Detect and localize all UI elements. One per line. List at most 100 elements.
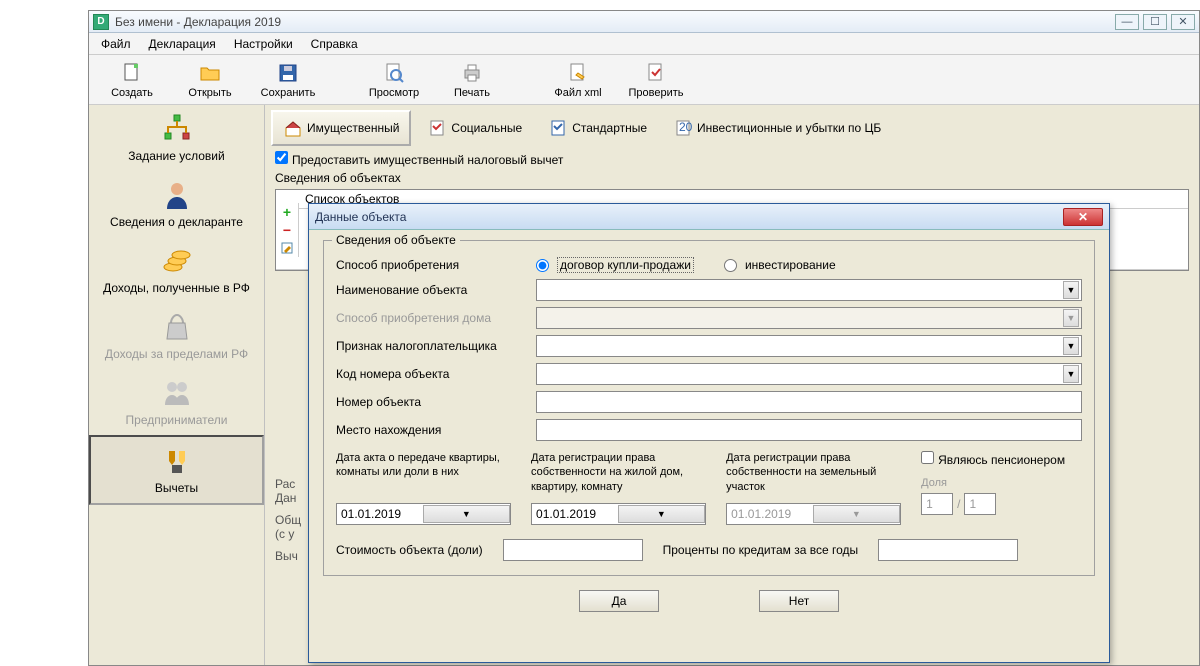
toolbar-preview[interactable]: Просмотр (359, 57, 429, 103)
yes-button[interactable]: Да (579, 590, 659, 612)
dropdown-arrow-icon: ▼ (1063, 281, 1079, 299)
cost-label: Стоимость объекта (доли) (336, 543, 483, 557)
object-data-dialog: Данные объекта ✕ Сведения об объекте Спо… (308, 203, 1110, 663)
obj-code-label: Код номера объекта (336, 367, 526, 381)
date1-input[interactable]: 01.01.2019▼ (336, 503, 511, 525)
object-info-fieldset: Сведения об объекте Способ приобретения … (323, 240, 1095, 576)
coins-icon (161, 245, 193, 277)
print-icon (460, 61, 484, 85)
edit-object-button[interactable] (276, 239, 298, 257)
menubar: Файл Декларация Настройки Справка (89, 33, 1199, 55)
toolbar: Создать Открыть Сохранить Просмотр Печат… (89, 55, 1199, 105)
acq-method-label: Способ приобретения (336, 258, 526, 272)
house-method-combo: ▼ (536, 307, 1082, 329)
menu-help[interactable]: Справка (303, 35, 366, 53)
svg-text:20..: 20.. (679, 120, 693, 134)
menu-file[interactable]: Файл (93, 35, 139, 53)
location-input[interactable] (536, 419, 1082, 441)
open-folder-icon (198, 61, 222, 85)
tab-property[interactable]: Имущественный (271, 110, 411, 146)
dialog-close-button[interactable]: ✕ (1063, 208, 1103, 226)
house-icon (283, 118, 303, 138)
people-icon (161, 377, 193, 409)
obj-number-label: Номер объекта (336, 395, 526, 409)
dialog-titlebar: Данные объекта ✕ (309, 204, 1109, 230)
date3-label: Дата регистрации права собственности на … (726, 451, 901, 499)
standard-icon (548, 118, 568, 138)
interest-label: Проценты по кредитам за все годы (663, 543, 859, 557)
xml-file-icon (566, 61, 590, 85)
person-icon (161, 179, 193, 211)
obj-name-combo[interactable]: ▼ (536, 279, 1082, 301)
maximize-button[interactable]: ☐ (1143, 14, 1167, 30)
social-icon (427, 118, 447, 138)
obj-number-input[interactable] (536, 391, 1082, 413)
objects-section-label: Сведения об объектах (267, 169, 1197, 187)
date2-label: Дата регистрации права собственности на … (531, 451, 706, 499)
window-controls: — ☐ ✕ (1115, 14, 1195, 30)
sidebar-income-rf[interactable]: Доходы, полученные в РФ (89, 237, 264, 303)
deductions-icon (161, 445, 193, 477)
dropdown-arrow-icon: ▼ (1063, 309, 1079, 327)
sidebar-deductions[interactable]: Вычеты (89, 435, 264, 505)
dropdown-arrow-icon: ▼ (423, 505, 511, 523)
interest-input[interactable] (878, 539, 1018, 561)
provide-deduction-row: Предоставить имущественный налоговый выч… (267, 149, 1197, 169)
titlebar: D Без имени - Декларация 2019 — ☐ ✕ (89, 11, 1199, 33)
tab-social[interactable]: Социальные (417, 112, 532, 144)
add-object-button[interactable]: + (276, 203, 298, 221)
save-icon (276, 61, 300, 85)
taxpayer-sign-combo[interactable]: ▼ (536, 335, 1082, 357)
edit-icon (280, 241, 294, 255)
share-label: Доля (921, 477, 1082, 489)
menu-settings[interactable]: Настройки (226, 35, 301, 53)
window-title: Без имени - Декларация 2019 (115, 15, 1115, 29)
sidebar-declarant[interactable]: Сведения о декларанте (89, 171, 264, 237)
dropdown-arrow-icon: ▼ (618, 505, 706, 523)
app-icon: D (93, 14, 109, 30)
no-button[interactable]: Нет (759, 590, 839, 612)
sidebar-conditions[interactable]: Задание условий (89, 105, 264, 171)
taxpayer-sign-label: Признак налогоплательщика (336, 339, 526, 353)
toolbar-create[interactable]: Создать (97, 57, 167, 103)
dropdown-arrow-icon: ▼ (1063, 337, 1079, 355)
date1-label: Дата акта о передаче квартиры, комнаты и… (336, 451, 511, 499)
dropdown-arrow-icon: ▼ (813, 505, 901, 523)
sidebar: Задание условий Сведения о декларанте До… (89, 105, 265, 665)
toolbar-open[interactable]: Открыть (175, 57, 245, 103)
invest-icon: 20.. (673, 118, 693, 138)
fieldset-legend: Сведения об объекте (332, 233, 460, 247)
dropdown-arrow-icon: ▼ (1063, 365, 1079, 383)
tab-invest[interactable]: 20..Инвестиционные и убытки по ЦБ (663, 112, 891, 144)
check-icon (644, 61, 668, 85)
dialog-title: Данные объекта (315, 210, 1063, 224)
sidebar-entrepreneur: Предприниматели (89, 369, 264, 435)
toolbar-xml[interactable]: Файл xml (543, 57, 613, 103)
date3-input: 01.01.2019▼ (726, 503, 901, 525)
minimize-button[interactable]: — (1115, 14, 1139, 30)
close-button[interactable]: ✕ (1171, 14, 1195, 30)
radio-sale[interactable]: договор купли-продажи (536, 257, 694, 273)
date2-input[interactable]: 01.01.2019▼ (531, 503, 706, 525)
location-label: Место нахождения (336, 423, 526, 437)
remove-object-button[interactable]: − (276, 221, 298, 239)
pensioner-checkbox[interactable]: Являюсь пенсионером (921, 451, 1065, 467)
preview-icon (382, 61, 406, 85)
menu-declaration[interactable]: Декларация (141, 35, 224, 53)
bag-icon (161, 311, 193, 343)
cost-input[interactable] (503, 539, 643, 561)
obj-name-label: Наименование объекта (336, 283, 526, 297)
conditions-icon (161, 113, 193, 145)
share-denominator: 1 (964, 493, 996, 515)
house-method-label: Способ приобретения дома (336, 311, 526, 325)
obj-code-combo[interactable]: ▼ (536, 363, 1082, 385)
toolbar-check[interactable]: Проверить (621, 57, 691, 103)
new-file-icon (120, 61, 144, 85)
tab-standard[interactable]: Стандартные (538, 112, 657, 144)
sidebar-income-abroad: Доходы за пределами РФ (89, 303, 264, 369)
provide-deduction-checkbox[interactable]: Предоставить имущественный налоговый выч… (275, 153, 563, 167)
deduction-tabs: Имущественный Социальные Стандартные 20.… (267, 107, 1197, 149)
radio-invest[interactable]: инвестирование (724, 257, 836, 273)
toolbar-print[interactable]: Печать (437, 57, 507, 103)
toolbar-save[interactable]: Сохранить (253, 57, 323, 103)
